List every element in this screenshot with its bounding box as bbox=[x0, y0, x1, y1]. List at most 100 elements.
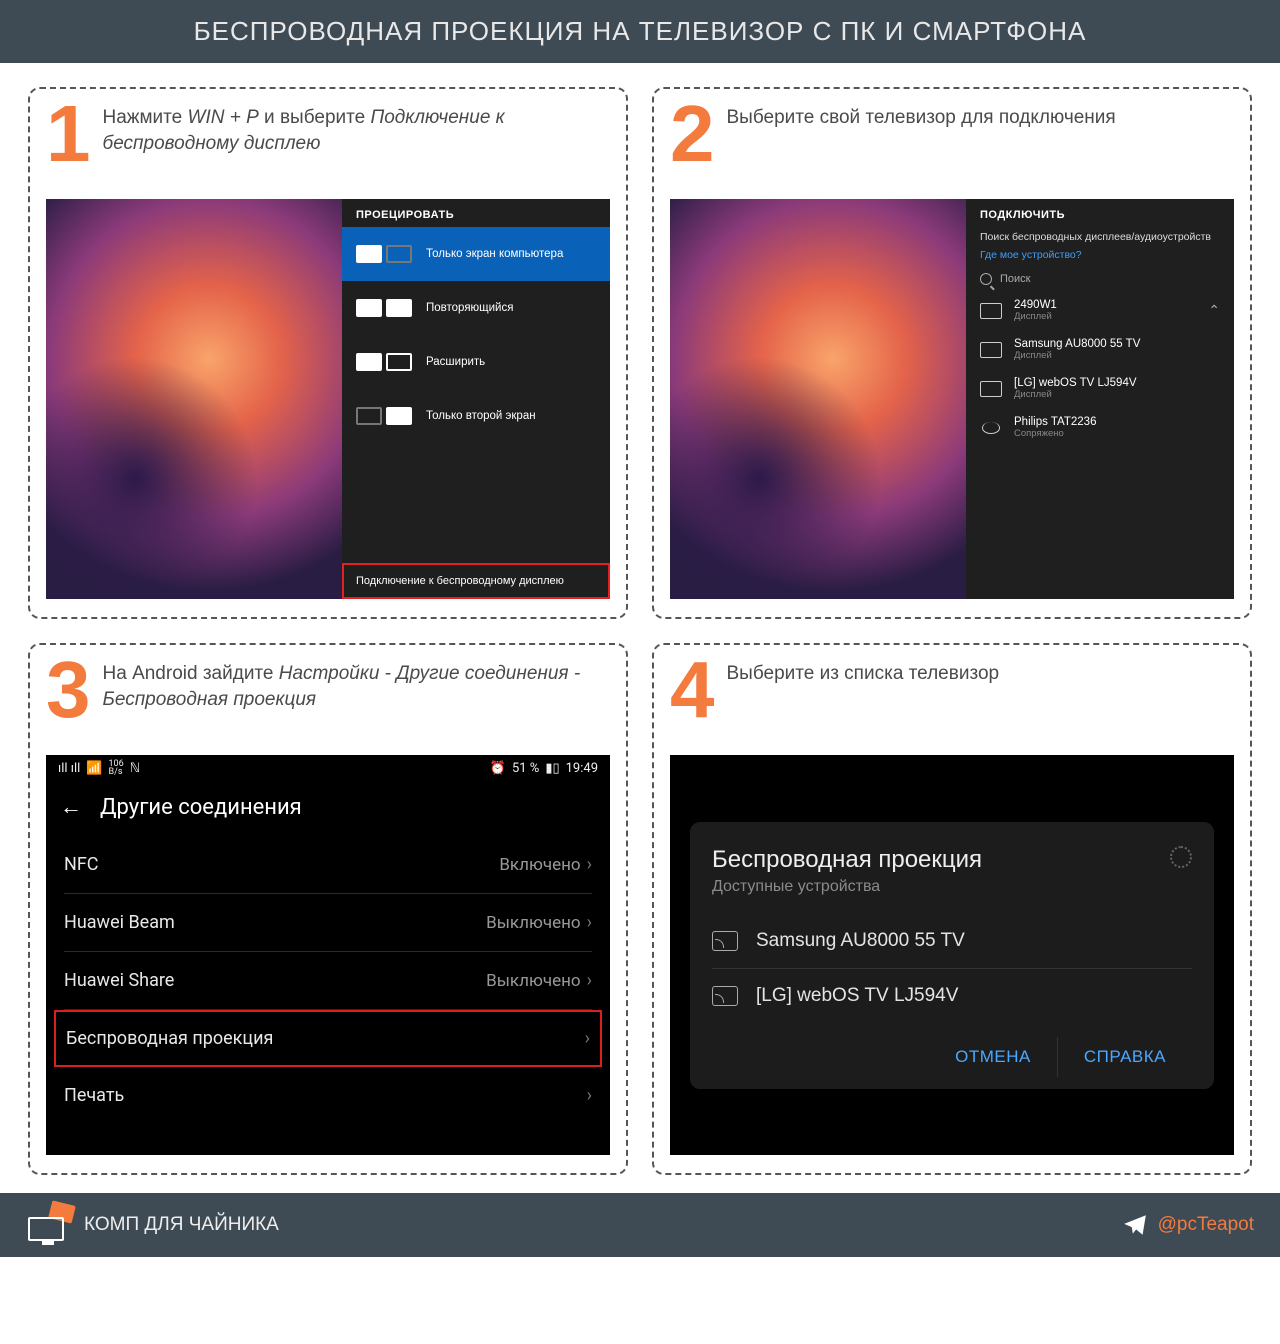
step-1-screenshot: ПРОЕЦИРОВАТЬ Только экран компьютера Пов… bbox=[46, 199, 610, 599]
connect-wireless-display-link[interactable]: Подключение к беспроводному дисплею bbox=[342, 563, 610, 599]
page-title: БЕСПРОВОДНАЯ ПРОЕКЦИЯ НА ТЕЛЕВИЗОР С ПК … bbox=[0, 0, 1280, 63]
project-option-pc-only-label: Только экран компьютера bbox=[426, 248, 596, 260]
step-4-number: 4 bbox=[670, 659, 711, 721]
back-arrow-icon[interactable]: ← bbox=[60, 794, 82, 820]
step-4-text: Выберите из списка телевизор bbox=[727, 659, 1000, 687]
step-3-number: 3 bbox=[46, 659, 87, 721]
row-label: Печать bbox=[64, 1085, 124, 1106]
search-icon bbox=[980, 273, 992, 285]
project-sidebar: ПРОЕЦИРОВАТЬ Только экран компьютера Пов… bbox=[342, 199, 610, 599]
step-1-text-a: Нажмите bbox=[103, 107, 188, 128]
device-type: Сопряжено bbox=[1014, 428, 1096, 439]
android-screen-title: Другие соединения bbox=[100, 795, 302, 820]
project-option-pc-only[interactable]: Только экран компьютера bbox=[342, 227, 610, 281]
telegram-icon bbox=[1122, 1212, 1148, 1238]
battery-percent: 51 % bbox=[512, 761, 539, 776]
where-is-device-link[interactable]: Где мое устройство? bbox=[966, 245, 1234, 263]
chevron-up-icon: ⌃ bbox=[1208, 302, 1220, 319]
row-label: Беспроводная проекция bbox=[66, 1028, 273, 1049]
dialog-buttons: ОТМЕНА СПРАВКА bbox=[712, 1037, 1192, 1077]
connect-title: ПОДКЛЮЧИТЬ bbox=[966, 199, 1234, 227]
row-label: NFC bbox=[64, 854, 99, 875]
project-option-extend-label: Расширить bbox=[426, 356, 596, 368]
dialog-subtitle: Доступные устройства bbox=[712, 878, 982, 896]
step-3-text-a: На Android зайдите bbox=[103, 663, 279, 684]
device-row-1[interactable]: Samsung AU8000 55 TV Дисплей bbox=[966, 330, 1234, 369]
connect-subtitle: Поиск беспроводных дисплеев/аудиоустройс… bbox=[966, 227, 1234, 245]
chevron-right-icon: › bbox=[585, 1028, 590, 1049]
android-status-bar: ıll ıll 📶 106 B/s ℕ ⏰ 51 % ▮▯ 19:49 bbox=[46, 755, 610, 782]
dialog-title: Беспроводная проекция bbox=[712, 846, 982, 874]
row-value: Выключено bbox=[486, 913, 580, 933]
device-row-3[interactable]: Philips TAT2236 Сопряжено bbox=[966, 408, 1234, 447]
desktop-wallpaper bbox=[46, 199, 342, 599]
battery-icon: ▮▯ bbox=[545, 761, 559, 776]
step-1-text-b: и выберите bbox=[259, 107, 371, 128]
step-1-head: 1 Нажмите WIN + P и выберите Подключение… bbox=[46, 103, 610, 185]
telegram-handle: @pcTeapot bbox=[1158, 1214, 1254, 1236]
brand-logo-icon bbox=[26, 1205, 70, 1245]
step-2-screenshot: ПОДКЛЮЧИТЬ Поиск беспроводных дисплеев/а… bbox=[670, 199, 1234, 599]
chevron-right-icon: › bbox=[587, 970, 592, 991]
chevron-right-icon: › bbox=[587, 912, 592, 933]
device-row-0[interactable]: 2490W1 Дисплей ⌃ bbox=[966, 291, 1234, 330]
display-icon bbox=[980, 342, 1002, 358]
step-1-number: 1 bbox=[46, 103, 87, 165]
connect-sidebar: ПОДКЛЮЧИТЬ Поиск беспроводных дисплеев/а… bbox=[966, 199, 1234, 599]
dialog-device-name: Samsung AU8000 55 TV bbox=[756, 930, 965, 952]
steps-grid: 1 Нажмите WIN + P и выберите Подключение… bbox=[0, 63, 1280, 1193]
device-type: Дисплей bbox=[1014, 389, 1137, 400]
dialog-device-0[interactable]: Samsung AU8000 55 TV bbox=[712, 914, 1192, 968]
project-option-extend[interactable]: Расширить bbox=[342, 335, 610, 389]
footer-brand-text: КОМП ДЛЯ ЧАЙНИКА bbox=[84, 1214, 279, 1236]
device-row-2[interactable]: [LG] webOS TV LJ594V Дисплей bbox=[966, 369, 1234, 408]
settings-row-wireless-projection[interactable]: Беспроводная проекция › bbox=[54, 1010, 602, 1067]
nfc-icon: ℕ bbox=[130, 761, 140, 776]
project-option-second-only-label: Только второй экран bbox=[426, 410, 596, 422]
device-name: [LG] webOS TV LJ594V bbox=[1014, 377, 1137, 389]
step-2-number: 2 bbox=[670, 103, 711, 165]
display-icon bbox=[980, 303, 1002, 319]
step-2-panel: 2 Выберите свой телевизор для подключени… bbox=[652, 87, 1252, 619]
step-4-head: 4 Выберите из списка телевизор bbox=[670, 659, 1234, 741]
settings-row-huawei-share[interactable]: Huawei Share Выключено › bbox=[64, 952, 592, 1010]
step-1-text: Нажмите WIN + P и выберите Подключение к… bbox=[103, 103, 611, 156]
signal-icon: ıll ıll bbox=[58, 761, 80, 776]
step-3-panel: 3 На Android зайдите Настройки - Другие … bbox=[28, 643, 628, 1175]
help-button[interactable]: СПРАВКА bbox=[1057, 1037, 1192, 1077]
step-2-text: Выберите свой телевизор для подключения bbox=[727, 103, 1116, 131]
loading-spinner-icon bbox=[1170, 846, 1192, 868]
step-3-text: На Android зайдите Настройки - Другие со… bbox=[103, 659, 611, 712]
wifi-icon: 📶 bbox=[86, 761, 102, 776]
device-search[interactable]: Поиск bbox=[966, 263, 1234, 291]
step-3-head: 3 На Android зайдите Настройки - Другие … bbox=[46, 659, 610, 741]
device-type: Дисплей bbox=[1014, 311, 1057, 322]
row-value: Выключено bbox=[486, 971, 580, 991]
android-dialog-backdrop: Беспроводная проекция Доступные устройст… bbox=[670, 755, 1234, 1155]
row-label: Huawei Beam bbox=[64, 912, 175, 933]
desktop-wallpaper bbox=[670, 199, 966, 599]
alarm-icon: ⏰ bbox=[490, 761, 506, 776]
android-screen: ıll ıll 📶 106 B/s ℕ ⏰ 51 % ▮▯ 19:49 bbox=[46, 755, 610, 1155]
headphones-icon bbox=[980, 420, 1002, 436]
settings-row-print[interactable]: Печать › bbox=[64, 1067, 592, 1124]
footer: КОМП ДЛЯ ЧАЙНИКА @pcTeapot bbox=[0, 1193, 1280, 1257]
dialog-device-name: [LG] webOS TV LJ594V bbox=[756, 985, 958, 1007]
net-unit: B/s bbox=[109, 769, 124, 776]
device-search-label: Поиск bbox=[1000, 273, 1030, 285]
dialog-device-1[interactable]: [LG] webOS TV LJ594V bbox=[712, 968, 1192, 1023]
device-name: Samsung AU8000 55 TV bbox=[1014, 338, 1140, 350]
settings-row-huawei-beam[interactable]: Huawei Beam Выключено › bbox=[64, 894, 592, 952]
footer-brand: КОМП ДЛЯ ЧАЙНИКА bbox=[26, 1205, 279, 1245]
project-option-duplicate[interactable]: Повторяющийся bbox=[342, 281, 610, 335]
step-4-panel: 4 Выберите из списка телевизор Беспровод… bbox=[652, 643, 1252, 1175]
cast-icon bbox=[712, 931, 738, 951]
cancel-button[interactable]: ОТМЕНА bbox=[929, 1037, 1057, 1077]
footer-social[interactable]: @pcTeapot bbox=[1122, 1212, 1254, 1238]
step-1-panel: 1 Нажмите WIN + P и выберите Подключение… bbox=[28, 87, 628, 619]
row-label: Huawei Share bbox=[64, 970, 174, 991]
project-option-second-only[interactable]: Только второй экран bbox=[342, 389, 610, 443]
settings-row-nfc[interactable]: NFC Включено› bbox=[64, 836, 592, 894]
android-settings-list: NFC Включено› Huawei Beam Выключено › Hua… bbox=[46, 836, 610, 1124]
display-icon bbox=[980, 381, 1002, 397]
